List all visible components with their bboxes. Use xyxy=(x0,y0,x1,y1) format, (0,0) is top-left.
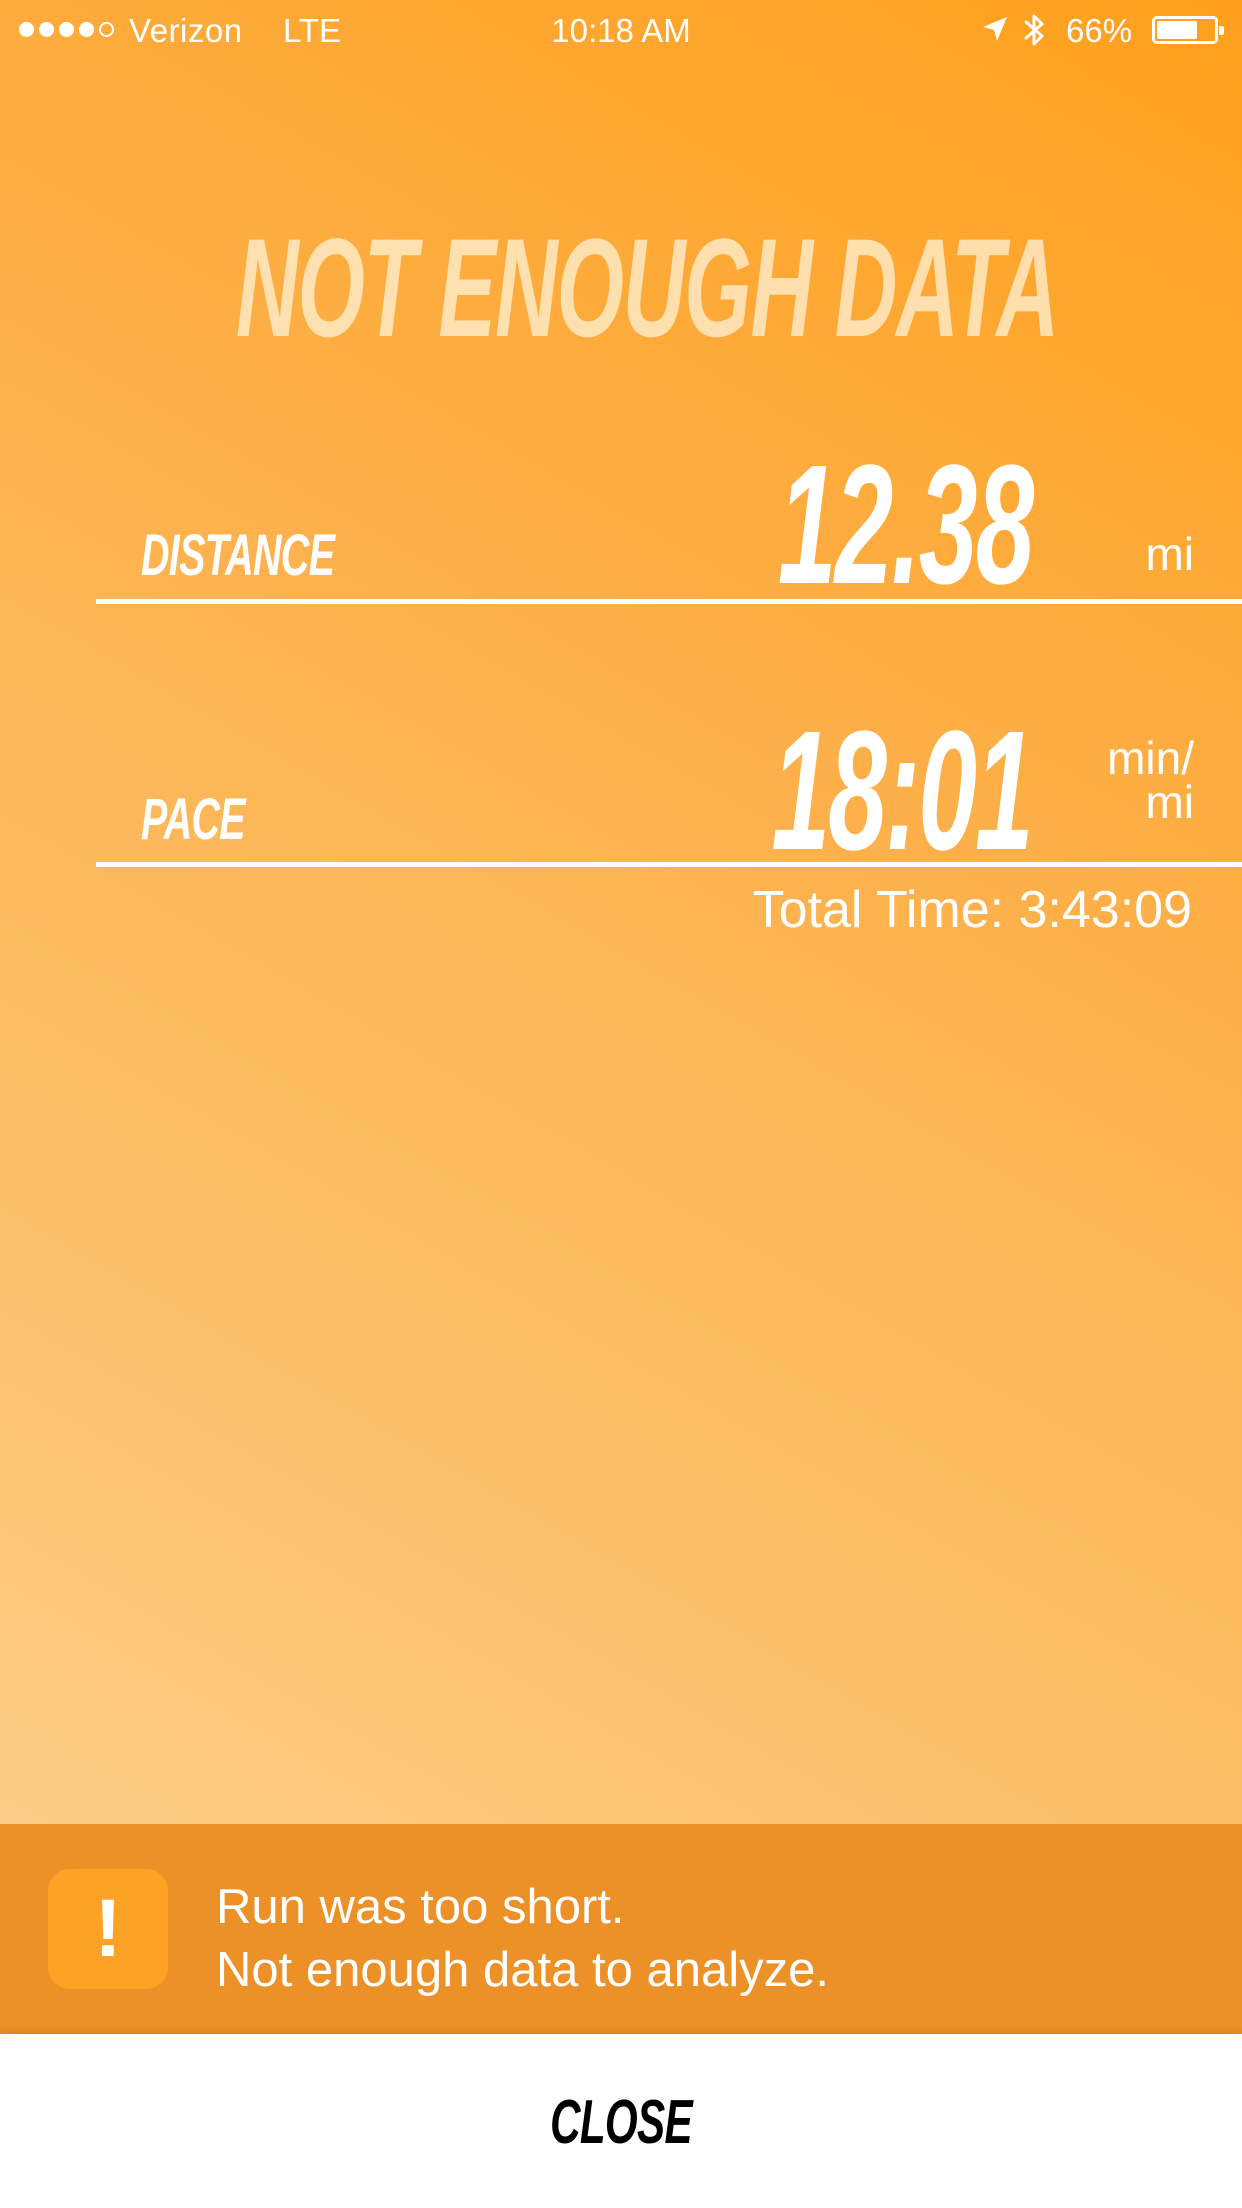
run-summary-screen: Verizon LTE 10:18 AM 66% NOT ENOUGH DATA… xyxy=(0,0,1242,2208)
alert-banner: ! Run was too short. Not enough data to … xyxy=(0,1824,1242,2034)
pace-value: 18:01 xyxy=(771,696,1034,886)
location-icon xyxy=(983,17,1007,41)
status-time: 10:18 AM xyxy=(551,12,691,49)
alert-line-2: Not enough data to analyze. xyxy=(216,1943,829,1997)
alert-line-1: Run was too short. xyxy=(216,1880,625,1934)
alert-message: Run was too short. Not enough data to an… xyxy=(216,1876,829,2002)
distance-value: 12.38 xyxy=(777,430,1034,620)
battery-fill xyxy=(1157,21,1197,39)
divider xyxy=(96,599,1242,604)
pace-label: PACE xyxy=(141,787,246,852)
close-button[interactable]: CLOSE xyxy=(199,2092,1044,2154)
battery-percent: 66% xyxy=(1066,12,1133,49)
divider xyxy=(96,862,1242,867)
pace-unit-line1: min/ xyxy=(1107,732,1194,784)
close-bar[interactable]: CLOSE xyxy=(0,2034,1242,2208)
bluetooth-icon xyxy=(1024,14,1044,46)
status-bar: Verizon LTE 10:18 AM 66% xyxy=(0,0,1242,62)
battery-icon xyxy=(1152,16,1224,44)
distance-label: DISTANCE xyxy=(141,523,335,588)
page-title: NOT ENOUGH DATA xyxy=(235,209,1059,366)
distance-unit: mi xyxy=(1145,528,1194,580)
pace-unit: min/ mi xyxy=(1084,732,1194,828)
pace-unit-line2: mi xyxy=(1145,776,1194,828)
total-time: Total Time: 3:43:09 xyxy=(752,881,1192,939)
exclamation-icon: ! xyxy=(48,1869,168,1989)
